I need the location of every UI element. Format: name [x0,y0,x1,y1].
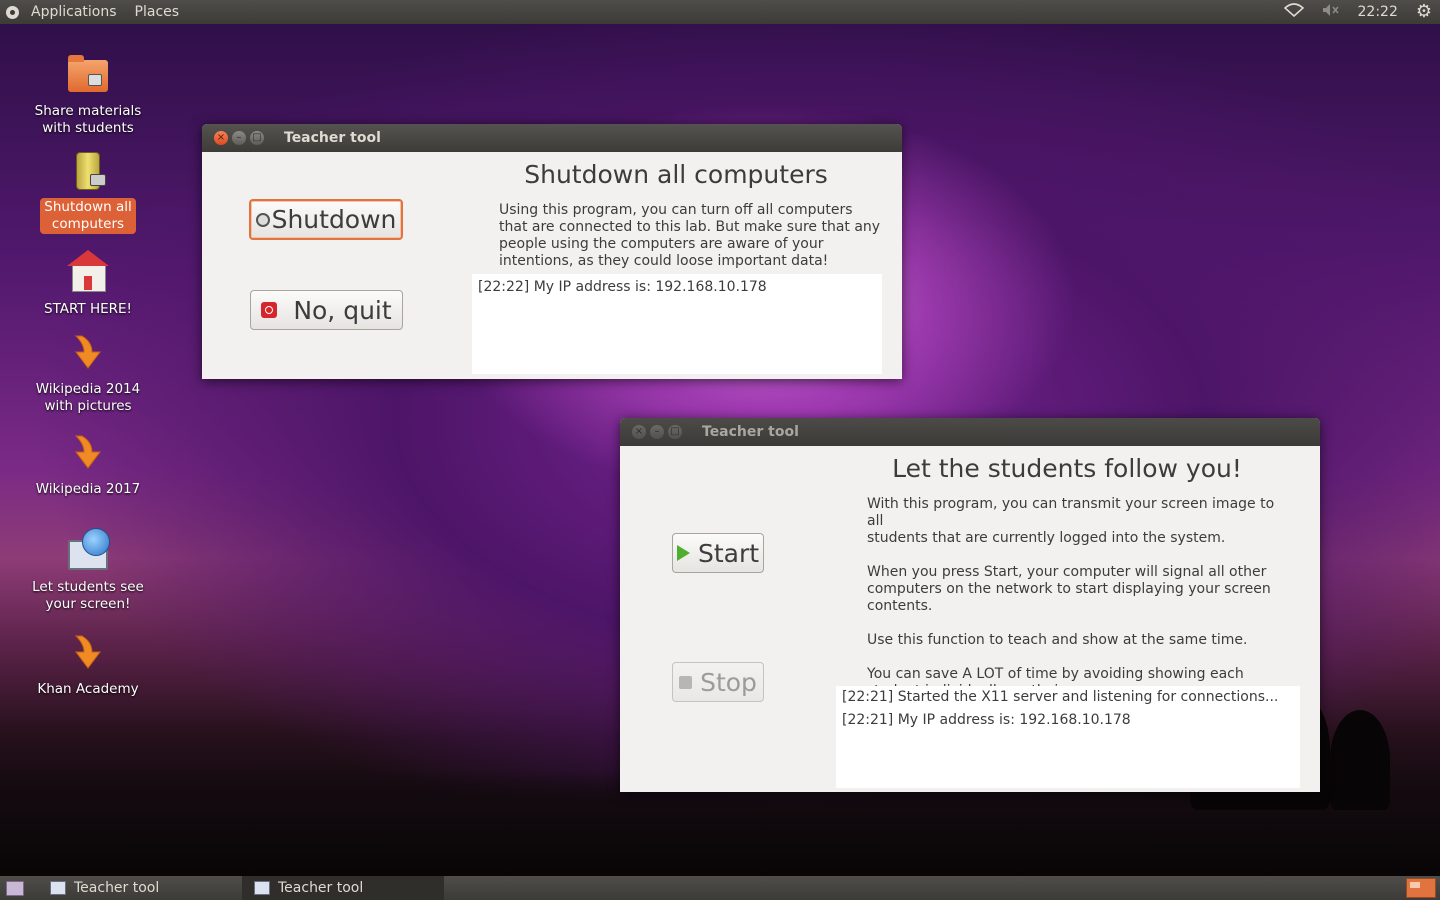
desktop-icon-label: Share materials with students [34,103,142,136]
desktop-icon-khan-academy[interactable]: Khan Academy [28,630,148,699]
minimize-icon[interactable]: – [232,131,246,145]
orange-arrow-icon [64,630,112,678]
log-output[interactable]: [22:22] My IP address is: 192.168.10.178 [472,274,882,374]
taskbar-item[interactable]: Teacher tool [38,876,240,900]
stop-icon [679,675,693,689]
window-title: Teacher tool [284,130,381,146]
log-line: [22:21] My IP address is: 192.168.10.178 [842,712,1131,728]
quit-button-label: No, quit [293,295,392,325]
maximize-icon[interactable]: □ [250,131,264,145]
desktop-icon-label: START HERE! [44,301,132,317]
quit-icon [261,302,278,318]
bottom-panel: Teacher tool Teacher tool [0,876,1440,900]
log-line: [22:21] Started the X11 server and liste… [842,689,1279,705]
menu-applications[interactable]: Applications [25,4,123,20]
titlebar[interactable]: × – □ Teacher tool [202,124,902,152]
maximize-icon[interactable]: □ [668,425,682,439]
taskbar-item[interactable]: Teacher tool [242,876,444,900]
shutdown-window: × – □ Teacher tool Shutdown all computer… [202,124,902,379]
shutdown-button[interactable]: Shutdown [249,199,403,240]
ubuntu-logo-icon[interactable] [6,5,19,19]
desktop-icon-shutdown-all[interactable]: Shutdown all computers [28,148,148,234]
desktop-icon-label: Let students see your screen! [32,579,144,612]
desktop-icon-label: Wikipedia 2014 with pictures [35,381,141,414]
desktop-icon-let-students-see[interactable]: Let students see your screen! [28,528,148,614]
app-icon [254,881,270,895]
show-desktop-icon[interactable] [6,881,24,896]
volume-muted-icon[interactable] [1322,0,1340,24]
desktop-icon-wikipedia-2017[interactable]: Wikipedia 2017 [28,430,148,499]
minimize-icon[interactable]: – [650,425,664,439]
tree-silhouette [1330,710,1390,810]
workspace-switcher-icon[interactable] [1406,878,1436,898]
close-icon[interactable]: × [214,131,228,145]
top-panel: Applications Places 22:22 ⚙ [0,0,1440,24]
orange-arrow-icon [64,430,112,478]
description: Using this program, you can turn off all… [499,202,881,269]
settings-gear-icon[interactable]: ⚙ [1416,0,1432,24]
power-plug-icon [255,212,270,227]
stop-button-label: Stop [700,667,757,697]
taskbar-item-label: Teacher tool [278,880,364,896]
desktop-icon-label: Khan Academy [37,681,139,697]
log-output[interactable]: [22:21] Started the X11 server and liste… [836,686,1300,788]
quit-button[interactable]: No, quit [250,290,403,330]
orange-arrow-icon [64,330,112,378]
folder-share-icon [64,52,112,100]
play-icon [676,545,690,561]
shutdown-button-label: Shutdown [271,205,397,234]
menu-places[interactable]: Places [129,4,186,20]
desktop-icon-start-here[interactable]: START HERE! [28,250,148,319]
clock[interactable]: 22:22 [1358,4,1398,20]
desktop-icon-label: Shutdown all computers [40,198,136,234]
monitor-globe-icon [64,528,112,576]
stop-button[interactable]: Stop [672,662,764,702]
start-button[interactable]: Start [672,533,764,573]
taskbar-item-label: Teacher tool [74,880,160,896]
house-icon [64,250,112,298]
window-title: Teacher tool [702,424,799,440]
desktop-icon-label: Wikipedia 2017 [35,481,141,497]
start-button-label: Start [697,538,760,568]
titlebar[interactable]: × – □ Teacher tool [620,418,1320,446]
app-icon [50,881,66,895]
close-icon[interactable]: × [632,425,646,439]
page-title: Shutdown all computers [524,160,828,189]
log-line: [22:22] My IP address is: 192.168.10.178 [478,279,767,295]
follow-window: × – □ Teacher tool Let the students foll… [620,418,1320,792]
desktop-icon-share-materials[interactable]: Share materials with students [28,52,148,138]
battery-plug-icon [64,148,112,196]
desktop-icon-wikipedia-2014[interactable]: Wikipedia 2014 with pictures [28,330,148,416]
description: With this program, you can transmit your… [867,496,1275,699]
wifi-icon[interactable] [1283,0,1304,24]
page-title: Let the students follow you! [892,454,1242,483]
